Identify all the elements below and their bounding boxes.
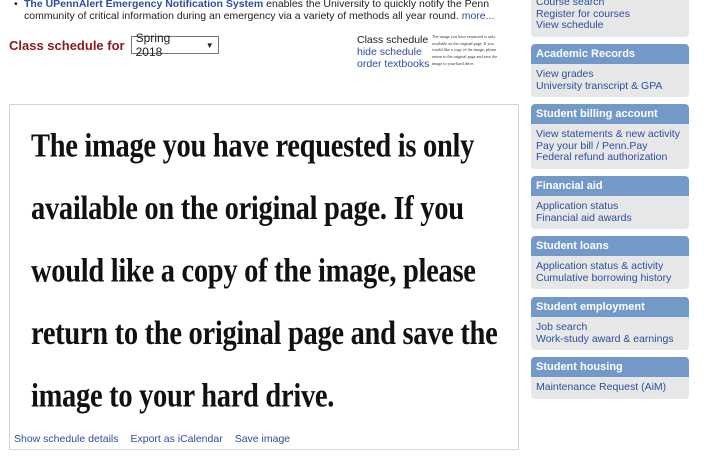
box-title: Student employment [531, 297, 689, 317]
financial-aid-box: Financial aid Application status Financi… [531, 176, 689, 229]
box-title: Student housing [531, 357, 689, 377]
export-icalendar-link[interactable]: Export as iCalendar [130, 433, 222, 445]
order-textbooks-link[interactable]: order textbooks [357, 58, 429, 70]
alert-more-link[interactable]: more... [462, 10, 495, 22]
loan-application-status-link[interactable]: Application status & activity [536, 260, 663, 272]
schedule-image-panel: The image you have requested is only ava… [9, 104, 519, 450]
box-title: Academic Records [531, 44, 689, 64]
work-study-link[interactable]: Work-study award & earnings [536, 333, 674, 345]
schedule-term-row: Class schedule for Spring 2018 ▼ [9, 31, 219, 59]
view-statements-link[interactable]: View statements & new activity [536, 128, 680, 140]
main-content: • The UPennAlert Emergency Notification … [0, 0, 525, 461]
emergency-alert: • The UPennAlert Emergency Notification … [10, 0, 510, 22]
student-loans-box: Student loans Application status & activ… [531, 236, 689, 289]
save-image-link[interactable]: Save image [235, 433, 290, 445]
box-title: Student loans [531, 236, 689, 256]
borrowing-history-link[interactable]: Cumulative borrowing history [536, 272, 671, 284]
message-line: The image you have requested is only [31, 127, 475, 165]
message-line: would like a copy of the image, please [31, 253, 476, 290]
view-schedule-link[interactable]: View schedule [536, 19, 604, 31]
schedule-thumbnail[interactable]: The image you have requested is only ava… [432, 33, 512, 89]
term-select-value: Spring 2018 [135, 31, 171, 59]
hide-schedule-link[interactable]: hide schedule [357, 46, 422, 58]
message-line: return to the original page and save the [31, 315, 498, 353]
thumbnail-line: available on the original page. If you [432, 40, 494, 46]
message-line: image to your hard drive. [31, 378, 335, 415]
student-employment-box: Student employment Job search Work-study… [531, 297, 689, 350]
billing-account-box: Student billing account View statements … [531, 104, 689, 169]
thumbnail-line: image to your hard drive. [432, 60, 475, 66]
job-search-link[interactable]: Job search [536, 321, 587, 333]
pay-bill-link[interactable]: Pay your bill / Penn.Pay [536, 140, 647, 152]
refund-authorization-link[interactable]: Federal refund authorization [536, 151, 667, 163]
alert-text: The UPennAlert Emergency Notification Sy… [24, 0, 510, 22]
academic-records-box: Academic Records View grades University … [531, 44, 689, 97]
transcript-gpa-link[interactable]: University transcript & GPA [536, 80, 662, 92]
image-unavailable-message: The image you have requested is only ava… [31, 115, 516, 428]
bullet-icon: • [14, 0, 18, 10]
register-courses-link[interactable]: Register for courses [536, 8, 630, 20]
schedule-label: Class schedule for [9, 37, 125, 53]
schedule-links: Class schedule hide schedule order textb… [357, 34, 429, 70]
schedule-panel-links: Show schedule details Export as iCalenda… [14, 433, 290, 445]
registration-box: Course search Register for courses View … [531, 0, 689, 37]
box-title: Student billing account [531, 104, 689, 124]
thumbnail-line: The image you have requested is only [432, 34, 496, 39]
thumbnail-line: return to the original page and save the [432, 54, 498, 60]
show-schedule-details-link[interactable]: Show schedule details [14, 433, 118, 445]
term-select[interactable]: Spring 2018 ▼ [130, 31, 219, 59]
message-line: available on the original page. If you [31, 190, 464, 228]
aid-application-status-link[interactable]: Application status [536, 200, 618, 212]
class-schedule-label: Class schedule [357, 34, 429, 46]
thumbnail-line: would like a copy of the image, please [432, 47, 497, 53]
box-title: Financial aid [531, 176, 689, 196]
maintenance-request-link[interactable]: Maintenance Request (AiM) [536, 381, 666, 393]
alert-title-link[interactable]: The UPennAlert Emergency Notification Sy… [24, 0, 263, 10]
view-grades-link[interactable]: View grades [536, 68, 594, 80]
financial-aid-awards-link[interactable]: Financial aid awards [536, 212, 632, 224]
student-housing-box: Student housing Maintenance Request (AiM… [531, 357, 689, 399]
chevron-down-icon: ▼ [205, 40, 214, 50]
